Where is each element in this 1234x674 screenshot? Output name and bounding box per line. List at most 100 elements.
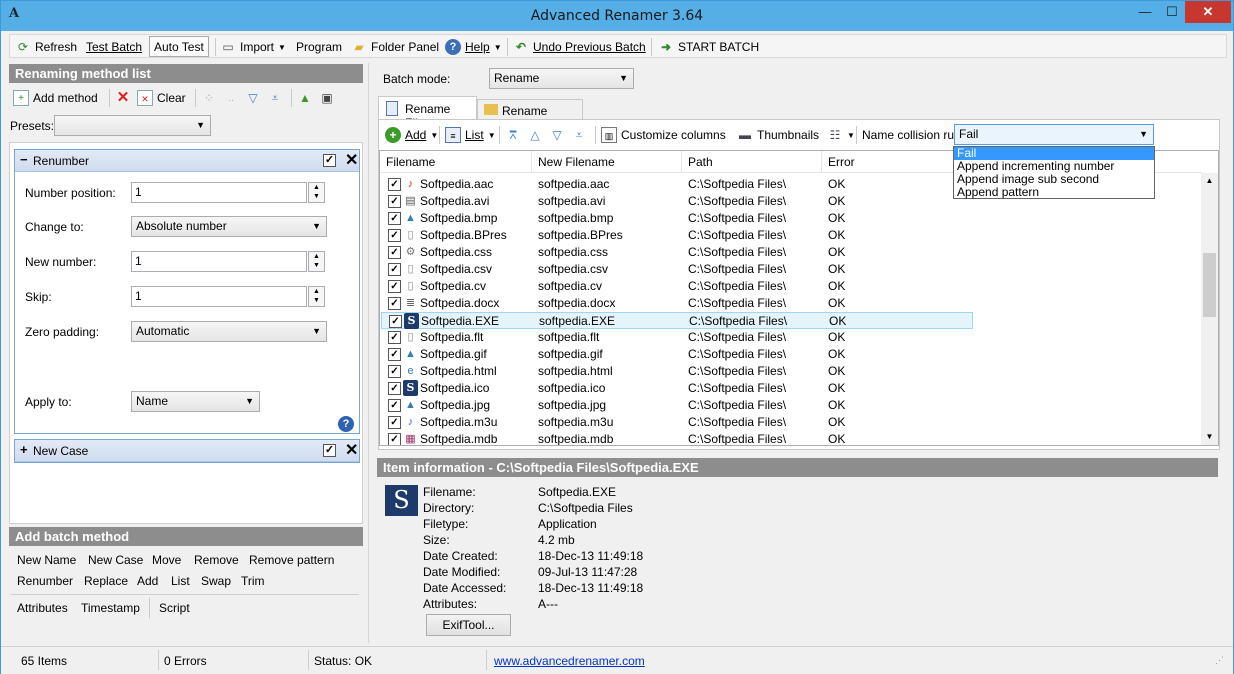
scroll-up-icon[interactable]: ▲ xyxy=(1201,173,1218,189)
row-checkbox[interactable]: ✓ xyxy=(388,399,401,412)
file-row[interactable]: ✓ ▯ Softpedia.csv softpedia.csv C:\Softpedia… xyxy=(380,261,1202,278)
column-header-new-filename[interactable]: New Filename xyxy=(532,151,682,173)
vertical-scrollbar[interactable]: ▲ ▼ xyxy=(1201,173,1218,445)
row-checkbox[interactable]: ✓ xyxy=(388,212,401,225)
clear-button[interactable]: ✕ Clear xyxy=(137,88,186,108)
row-checkbox[interactable]: ✓ xyxy=(388,416,401,429)
file-row[interactable]: ✓ S Softpedia.EXE softpedia.EXE C:\Softpedia… xyxy=(381,312,973,329)
file-row[interactable]: ✓ ▯ Softpedia.BPres softpedia.BPres C:\Softp… xyxy=(380,227,1202,244)
file-row[interactable]: ✓ ⚙ Softpedia.css softpedia.css C:\Softpedia… xyxy=(380,244,1202,261)
number-position-input[interactable]: 1 xyxy=(131,182,307,203)
batch-method-renumber[interactable]: Renumber xyxy=(17,574,73,588)
tab-rename-files[interactable]: Rename Files xyxy=(378,96,477,130)
file-row[interactable]: ✓ S Softpedia.ico softpedia.ico C:\Softpedia… xyxy=(380,380,1202,397)
batch-method-trim[interactable]: Trim xyxy=(241,574,265,588)
change-to-select[interactable]: Absolute number ▼ xyxy=(131,216,327,237)
skip-stepper[interactable]: ▲ ▼ xyxy=(308,286,325,307)
row-checkbox[interactable]: ✓ xyxy=(388,229,401,242)
renumber-method-header[interactable]: − Renumber ✓ ✕ xyxy=(15,150,359,172)
tab-rename-folders[interactable]: Rename Folders xyxy=(477,99,583,132)
close-button[interactable]: ✕ xyxy=(1185,1,1231,23)
batch-method-remove[interactable]: Remove xyxy=(194,553,239,567)
program-button[interactable]: Program xyxy=(296,37,342,57)
load-preset-button[interactable]: ▲ xyxy=(297,88,317,108)
move-down-button[interactable]: ▽ xyxy=(549,125,569,145)
refresh-button[interactable]: ⟳ Refresh xyxy=(15,37,77,57)
row-checkbox[interactable]: ✓ xyxy=(389,315,402,328)
panel-splitter[interactable] xyxy=(368,63,369,643)
remove-method-icon[interactable]: ✕ xyxy=(345,443,358,459)
undo-batch-button[interactable]: ↶ Undo Previous Batch xyxy=(513,37,646,57)
auto-test-toggle[interactable]: Auto Test xyxy=(149,36,209,57)
file-row[interactable]: ✓ ▯ Softpedia.cv softpedia.cv C:\Softpedia F… xyxy=(380,278,1202,295)
row-checkbox[interactable]: ✓ xyxy=(388,280,401,293)
number-position-stepper[interactable]: ▲ ▼ xyxy=(308,182,325,203)
column-header-error[interactable]: Error xyxy=(822,151,972,173)
new-number-stepper[interactable]: ▲ ▼ xyxy=(308,251,325,272)
file-row[interactable]: ✓ e Softpedia.html softpedia.html C:\Softped… xyxy=(380,363,1202,380)
new-case-enable-checkbox[interactable]: ✓ xyxy=(323,444,336,457)
row-checkbox[interactable]: ✓ xyxy=(388,365,401,378)
new-number-input[interactable]: 1 xyxy=(131,251,307,272)
remove-method-icon[interactable]: ✕ xyxy=(345,153,358,169)
apply-to-select[interactable]: Name ▼ xyxy=(131,391,260,412)
add-files-menu[interactable]: + Add ▼ xyxy=(385,125,438,145)
collision-option[interactable]: Append pattern xyxy=(954,186,1154,199)
view-options-menu[interactable]: ☷ ▼ xyxy=(827,125,855,145)
column-header-filename[interactable]: Filename xyxy=(380,151,532,173)
batch-method-replace[interactable]: Replace xyxy=(84,574,128,588)
delete-method-button[interactable]: ✕ xyxy=(115,88,135,108)
exiftool-button[interactable]: ExifTool... xyxy=(426,614,511,636)
move-up-disabled-button[interactable]: ‥ xyxy=(223,88,243,108)
batch-method-list[interactable]: List xyxy=(171,574,190,588)
maximize-button[interactable]: ☐ xyxy=(1159,1,1185,23)
help-menu[interactable]: ? Help ▼ xyxy=(445,37,502,57)
website-link[interactable]: www.advancedrenamer.com xyxy=(494,654,645,668)
renumber-enable-checkbox[interactable]: ✓ xyxy=(323,154,336,167)
skip-input[interactable]: 1 xyxy=(131,286,307,307)
move-bottom-button[interactable]: ⩡ xyxy=(267,88,287,108)
batch-method-new-name[interactable]: New Name xyxy=(17,553,76,567)
row-checkbox[interactable]: ✓ xyxy=(388,195,401,208)
test-batch-button[interactable]: Test Batch xyxy=(86,37,142,57)
presets-select[interactable]: ▼ xyxy=(54,115,211,136)
thumbnails-button[interactable]: ▬ Thumbnails xyxy=(737,125,819,145)
row-checkbox[interactable]: ✓ xyxy=(388,382,401,395)
move-top-button[interactable]: ⩞ xyxy=(505,125,525,145)
collapse-icon[interactable]: − xyxy=(20,152,28,167)
batch-method-move[interactable]: Move xyxy=(152,553,181,567)
row-checkbox[interactable]: ✓ xyxy=(388,433,401,445)
batch-method-new-case[interactable]: New Case xyxy=(88,553,143,567)
add-method-button[interactable]: + Add method xyxy=(13,88,98,108)
save-preset-button[interactable]: ▣ xyxy=(319,88,339,108)
minimize-button[interactable]: — xyxy=(1131,1,1159,23)
collision-rule-select[interactable]: Fail ▼ xyxy=(954,124,1154,145)
customize-columns-button[interactable]: ▥ Customize columns xyxy=(601,125,726,145)
start-batch-button[interactable]: ➜ START BATCH xyxy=(658,37,759,57)
file-row[interactable]: ✓ ▯ Softpedia.flt softpedia.flt C:\Softpedia… xyxy=(380,329,1202,346)
batch-mode-select[interactable]: Rename ▼ xyxy=(489,68,634,89)
batch-method-script[interactable]: Script xyxy=(159,601,190,615)
move-up-button[interactable]: △ xyxy=(527,125,547,145)
folder-panel-button[interactable]: ▰ Folder Panel xyxy=(351,37,439,57)
file-row[interactable]: ✓ ♪ Softpedia.m3u softpedia.m3u C:\Softpedia… xyxy=(380,414,1202,431)
move-bottom-button[interactable]: ⩡ xyxy=(571,125,591,145)
file-row[interactable]: ✓ ≣ Softpedia.docx softpedia.docx C:\Softped… xyxy=(380,295,1202,312)
batch-method-timestamp[interactable]: Timestamp xyxy=(81,601,140,615)
batch-method-swap[interactable]: Swap xyxy=(201,574,231,588)
column-header-path[interactable]: Path xyxy=(682,151,822,173)
row-checkbox[interactable]: ✓ xyxy=(388,297,401,310)
file-row[interactable]: ✓ ▲ Softpedia.gif softpedia.gif C:\Softpedia… xyxy=(380,346,1202,363)
list-menu[interactable]: ≡ List ▼ xyxy=(445,125,496,145)
row-checkbox[interactable]: ✓ xyxy=(388,331,401,344)
batch-method-add[interactable]: Add xyxy=(137,574,158,588)
collapse-all-button[interactable]: ⁘ xyxy=(201,88,221,108)
move-down-button[interactable]: ▽ xyxy=(245,88,265,108)
row-checkbox[interactable]: ✓ xyxy=(388,178,401,191)
expand-icon[interactable]: + xyxy=(20,442,28,457)
import-menu[interactable]: ▭ Import ▼ xyxy=(220,37,286,57)
file-row[interactable]: ✓ ▲ Softpedia.bmp softpedia.bmp C:\Softpedia… xyxy=(380,210,1202,227)
row-checkbox[interactable]: ✓ xyxy=(388,348,401,361)
batch-method-attributes[interactable]: Attributes xyxy=(17,601,68,615)
help-icon[interactable]: ? xyxy=(338,416,354,432)
